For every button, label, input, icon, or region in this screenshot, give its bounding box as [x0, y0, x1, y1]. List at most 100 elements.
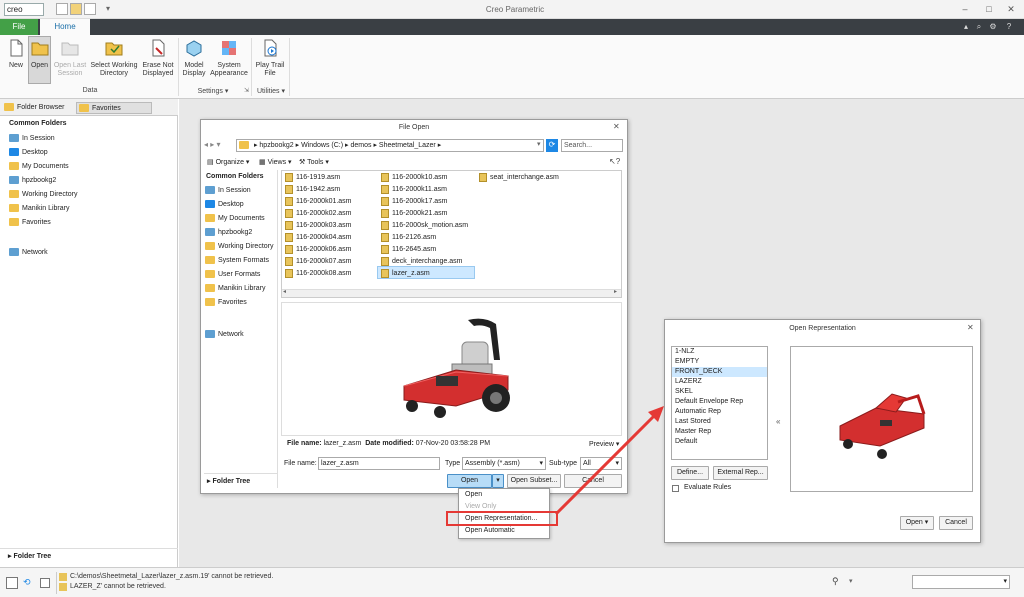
dialog-folder-my-documents[interactable]: My Documents: [205, 213, 274, 227]
refresh-icon[interactable]: ⟳: [546, 139, 558, 152]
file-item[interactable]: 116-2000k04.asm: [285, 232, 352, 244]
dialog-folder-in-session[interactable]: In Session: [205, 185, 274, 199]
folder-item-my-documents[interactable]: My Documents: [9, 161, 78, 175]
file-open-close-icon[interactable]: ✕: [613, 122, 620, 131]
type-select[interactable]: Assembly (*.asm) ▾: [462, 457, 546, 470]
file-item[interactable]: 116-2000k02.asm: [285, 208, 352, 220]
select-working-directory-button[interactable]: Select Working Directory: [90, 38, 138, 78]
new-button[interactable]: New: [6, 38, 26, 70]
tab-home[interactable]: Home: [40, 19, 90, 36]
representation-item[interactable]: Last Stored: [672, 417, 767, 427]
nav-back-forward[interactable]: ◂ ▸ ▾: [204, 140, 234, 152]
file-item[interactable]: 116-2000k10.asm: [381, 172, 468, 184]
representation-item[interactable]: SKEL: [672, 387, 767, 397]
file-item[interactable]: 116-2000k21.asm: [381, 208, 468, 220]
context-help-icon[interactable]: ↖?: [609, 157, 620, 166]
search-command-icon[interactable]: ⌕: [974, 22, 984, 32]
browser-toggle-icon[interactable]: ⟲: [23, 577, 35, 589]
dialog-folder-favorites[interactable]: Favorites: [205, 297, 274, 311]
file-item[interactable]: 116-2000k06.asm: [285, 244, 352, 256]
file-item[interactable]: 116-2000k17.asm: [381, 196, 468, 208]
open-last-session-button[interactable]: Open Last Session: [53, 38, 87, 78]
representation-item[interactable]: Master Rep: [672, 427, 767, 437]
dialog-folder-tree-toggle[interactable]: ▸ Folder Tree: [207, 477, 250, 485]
horizontal-scrollbar[interactable]: [282, 289, 621, 297]
open-representation-close-icon[interactable]: ✕: [967, 323, 974, 332]
dialog-folder-system-formats[interactable]: System Formats: [205, 255, 274, 269]
file-item[interactable]: 116-2000k08.asm: [285, 268, 352, 280]
file-item[interactable]: 116-1919.asm: [285, 172, 352, 184]
file-item[interactable]: deck_interchange.asm: [381, 256, 468, 268]
file-item[interactable]: 116-2000k11.asm: [381, 184, 468, 196]
folder-item-network[interactable]: Network: [9, 247, 48, 261]
define-button[interactable]: Define...: [671, 466, 709, 480]
organize-menu[interactable]: ▤ Organize ▾: [207, 158, 249, 166]
find-dropdown-icon[interactable]: ▾: [849, 577, 853, 585]
file-item[interactable]: 116-2126.asm: [381, 232, 468, 244]
representation-item[interactable]: Default: [672, 437, 767, 447]
address-dropdown-icon[interactable]: ▾: [537, 140, 541, 148]
open-button[interactable]: Open: [447, 474, 492, 488]
menu-item-open-automatic[interactable]: Open Automatic: [459, 525, 549, 537]
open-folder-icon[interactable]: [70, 3, 82, 15]
dialog-folder-user-formats[interactable]: User Formats: [205, 269, 274, 283]
selection-filter-select[interactable]: ▾: [912, 575, 1010, 589]
close-window-icon[interactable]: ✕: [1004, 3, 1018, 15]
file-item[interactable]: seat_interchange.asm: [479, 172, 559, 184]
play-trail-file-button[interactable]: Play Trail File: [255, 38, 285, 78]
search-input[interactable]: Search...: [561, 139, 623, 152]
evaluate-rules-checkbox[interactable]: [672, 485, 679, 492]
tools-menu[interactable]: ⚒ Tools ▾: [299, 158, 329, 166]
save-icon[interactable]: [84, 3, 96, 15]
collapse-ribbon-icon[interactable]: ▴: [961, 22, 971, 32]
scroll-left-icon[interactable]: ◂: [283, 288, 286, 295]
file-name-input[interactable]: lazer_z.asm: [318, 457, 440, 470]
representation-item[interactable]: EMPTY: [672, 357, 767, 367]
representation-item-selected[interactable]: FRONT_DECK: [672, 367, 767, 377]
dialog-folder-hpzbookg2[interactable]: hpzbookg2: [205, 227, 274, 241]
maximize-icon[interactable]: □: [982, 3, 996, 15]
open-representation-open-button[interactable]: Open ▾: [900, 516, 934, 530]
help-icon[interactable]: ?: [1004, 22, 1014, 32]
representation-item[interactable]: LAZERZ: [672, 377, 767, 387]
file-item[interactable]: 116-2000k03.asm: [285, 220, 352, 232]
scroll-right-icon[interactable]: ▸: [614, 288, 617, 295]
representation-item[interactable]: 1-NLZ: [672, 347, 767, 357]
menu-item-open[interactable]: Open: [459, 489, 549, 501]
representation-item[interactable]: Default Envelope Rep: [672, 397, 767, 407]
minimize-icon[interactable]: –: [958, 3, 972, 15]
views-menu[interactable]: ▦ Views ▾: [259, 158, 292, 166]
address-bar[interactable]: ▸ hpzbookg2 ▸ Windows (C:) ▸ demos ▸ She…: [236, 139, 544, 152]
system-appearance-button[interactable]: System Appearance: [209, 38, 249, 78]
collapse-preview-button[interactable]: «: [776, 417, 780, 426]
group-settings-label[interactable]: Settings ▾: [188, 87, 238, 95]
open-dropdown-arrow[interactable]: ▾: [492, 474, 504, 488]
folder-item-working-directory[interactable]: Working Directory: [9, 189, 78, 203]
file-item[interactable]: 116-2645.asm: [381, 244, 468, 256]
tab-folder-browser[interactable]: Folder Browser: [4, 102, 72, 114]
folder-item-in-session[interactable]: In Session: [9, 133, 78, 147]
settings-launcher-icon[interactable]: ⇲: [244, 87, 249, 94]
full-screen-icon[interactable]: [40, 578, 50, 588]
folder-item-desktop[interactable]: Desktop: [9, 147, 78, 161]
navigator-toggle-icon[interactable]: [6, 577, 18, 589]
file-item[interactable]: 116-2000k01.asm: [285, 196, 352, 208]
file-item[interactable]: 116-2000sk_motion.asm: [381, 220, 468, 232]
dialog-folder-working-directory[interactable]: Working Directory: [205, 241, 274, 255]
tab-file[interactable]: File: [0, 19, 38, 35]
dialog-folder-network[interactable]: Network: [205, 329, 244, 343]
folder-item-favorites[interactable]: Favorites: [9, 217, 78, 231]
dialog-folder-desktop[interactable]: Desktop: [205, 199, 274, 213]
group-utilities-label[interactable]: Utilities ▾: [254, 87, 288, 95]
file-item[interactable]: 116-2000k07.asm: [285, 256, 352, 268]
open-representation-cancel-button[interactable]: Cancel: [939, 516, 973, 530]
representation-item[interactable]: Automatic Rep: [672, 407, 767, 417]
open-button[interactable]: Open: [29, 38, 50, 70]
folder-item-manikin-library[interactable]: Manikin Library: [9, 203, 78, 217]
dialog-folder-manikin-library[interactable]: Manikin Library: [205, 283, 274, 297]
model-display-button[interactable]: Model Display: [181, 38, 207, 78]
file-item[interactable]: 116-1942.asm: [285, 184, 352, 196]
file-item-selected[interactable]: lazer_z.asm: [381, 268, 468, 280]
external-rep-button[interactable]: External Rep...: [713, 466, 768, 480]
folder-tree-toggle[interactable]: ▸ Folder Tree: [8, 552, 51, 560]
